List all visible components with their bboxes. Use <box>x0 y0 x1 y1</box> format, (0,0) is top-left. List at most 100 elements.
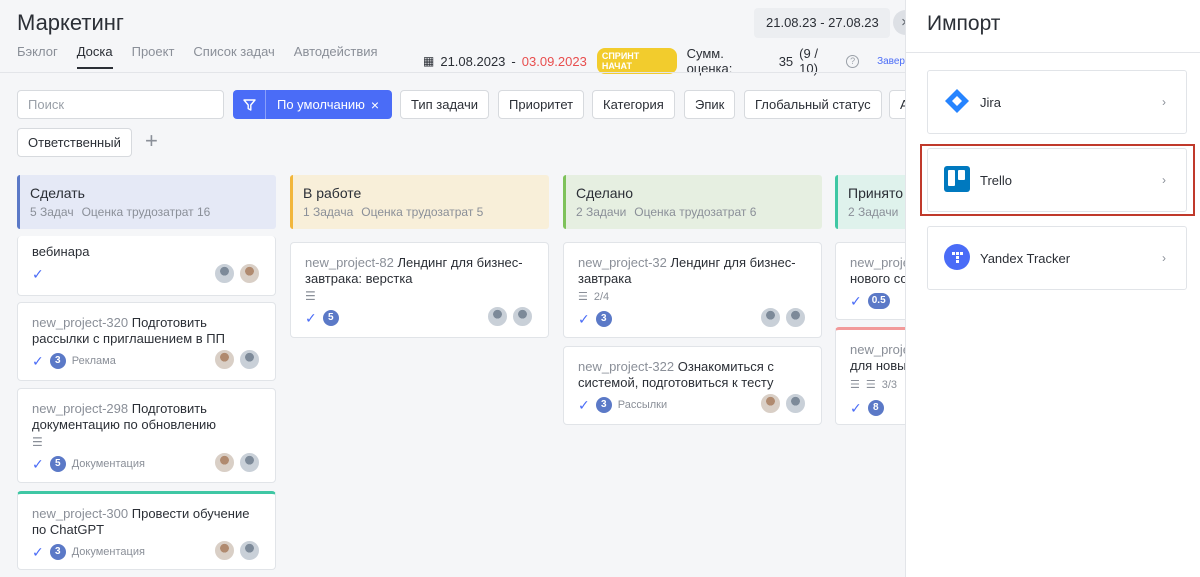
panel-divider <box>906 52 1200 53</box>
column-count: 5 Задач <box>30 205 74 219</box>
help-icon[interactable]: ? <box>846 54 860 68</box>
import-label: Jira <box>980 94 1001 110</box>
description-icon: ☰ <box>850 379 860 391</box>
task-tag: Документация <box>71 546 145 558</box>
task-card[interactable]: new_project-300 Провести обучение по Cha… <box>17 491 276 570</box>
task-card[interactable]: new_project-298 Подготовить документацию… <box>17 388 276 483</box>
estimate-badge: 5 <box>49 456 66 472</box>
tab-backlog[interactable]: Бэклог <box>17 44 58 69</box>
filter-epic[interactable]: Эпик <box>684 90 736 119</box>
task-key: new_project-320 <box>32 315 129 330</box>
check-icon: ✓ <box>32 544 44 560</box>
column-in-progress-header: В работе 1 Задача Оценка трудозатрат 5 <box>290 175 549 229</box>
card-title: new_project-298 Подготовить документацию… <box>32 401 262 433</box>
sprint-date-range[interactable]: 21.08.23 - 27.08.23 <box>754 8 890 38</box>
estimate-badge: 0.5 <box>867 293 890 309</box>
task-card[interactable]: new_proje нового со ✓ 0.5 <box>835 242 905 320</box>
estimate-badge: 3 <box>49 544 66 560</box>
import-yandex-tracker[interactable]: Yandex Tracker › <box>927 226 1187 290</box>
avatar <box>785 307 806 328</box>
estimate-value: 35 <box>778 53 794 69</box>
task-tag: Реклама <box>71 355 116 367</box>
tab-board[interactable]: Доска <box>76 44 113 69</box>
task-key: new_project-32 <box>578 255 667 270</box>
avatar <box>214 540 235 561</box>
header-divider <box>0 72 905 73</box>
tab-automations[interactable]: Автодействия <box>294 44 378 69</box>
task-card[interactable]: new_project-32 Лендинг для бизнес-завтра… <box>563 242 822 338</box>
avatar <box>512 306 533 327</box>
avatar <box>239 540 260 561</box>
chevron-right-icon: › <box>1162 251 1166 265</box>
column-estimate: Оценка трудозатрат 16 <box>81 205 211 219</box>
filter-priority[interactable]: Приоритет <box>498 90 585 119</box>
column-accepted-header: Принято 2 Задачи <box>835 175 905 229</box>
highlight-frame <box>920 144 1195 216</box>
estimate-badge: 3 <box>595 311 612 327</box>
board-app: Маркетинг 21.08.23 - 27.08.23 Бэклог Дос… <box>0 0 905 577</box>
avatar <box>214 452 235 473</box>
filter-more[interactable]: А <box>889 90 905 119</box>
add-filter-button[interactable]: + <box>145 130 158 152</box>
panel-title: Импорт <box>927 12 1001 35</box>
calendar-icon: ▦ <box>423 54 435 68</box>
task-title: для новы <box>850 358 905 373</box>
chevron-right-icon: › <box>1162 95 1166 109</box>
check-icon: ✓ <box>32 353 44 369</box>
check-icon: ✓ <box>850 293 862 309</box>
column-estimate: Оценка трудозатрат 5 <box>361 205 484 219</box>
search-input[interactable] <box>17 90 224 119</box>
sprint-status-badge: СПРИНТ НАЧАТ <box>596 48 677 74</box>
card-title: new_project-32 Лендинг для бизнес-завтра… <box>578 255 808 287</box>
filter-task-type[interactable]: Тип задачи <box>400 90 490 119</box>
filter-global-status[interactable]: Глобальный статус <box>744 90 882 119</box>
column-count: 2 Задачи <box>576 205 627 219</box>
subtasks-count: 2/4 <box>593 290 610 303</box>
import-jira[interactable]: Jira › <box>927 70 1187 134</box>
task-key: new_project-322 <box>578 359 675 374</box>
task-key: new_project-82 <box>305 255 394 270</box>
description-icon: ☰ <box>32 435 43 449</box>
card-title: new_project-300 Провести обучение по Cha… <box>32 506 262 538</box>
sprint-end: 03.09.2023 <box>521 53 587 69</box>
column-count: 2 Задачи <box>848 205 899 219</box>
tab-project[interactable]: Проект <box>132 44 175 69</box>
tab-task-list[interactable]: Список задач <box>193 44 274 69</box>
task-key: new_proje <box>850 342 905 357</box>
subtasks-icon: ☰ <box>865 379 876 391</box>
column-title: Сделано <box>576 185 634 201</box>
default-filter-button[interactable]: По умолчанию × <box>233 90 392 119</box>
check-icon: ✓ <box>32 456 44 472</box>
task-card[interactable]: new_project-82 Лендинг для бизнес-завтра… <box>290 242 549 338</box>
task-tag: Рассылки <box>617 399 668 411</box>
avatar <box>214 263 235 284</box>
avatar <box>760 307 781 328</box>
import-panel: Импорт Jira › Trello › Yandex Tracker › <box>905 0 1200 577</box>
card-title: new_project-320 Подготовить рассылки с п… <box>32 315 262 347</box>
filter-assignee[interactable]: Ответственный <box>17 128 132 157</box>
filter-category[interactable]: Категория <box>592 90 675 119</box>
estimate-badge: 3 <box>595 397 612 413</box>
tabs: Бэклог Доска Проект Список задач Автодей… <box>17 44 378 69</box>
column-title: В работе <box>303 185 362 201</box>
sprint-start: 21.08.2023 <box>440 53 506 69</box>
column-done-header: Сделано 2 Задачи Оценка трудозатрат 6 <box>563 175 822 229</box>
task-card[interactable]: new_project-320 Подготовить рассылки с п… <box>17 302 276 381</box>
avatar <box>239 349 260 370</box>
estimate-badge: 8 <box>867 400 884 416</box>
avatar <box>239 263 260 284</box>
task-card[interactable]: new_project-322 Ознакомиться с системой,… <box>563 346 822 425</box>
task-tag: Документация <box>71 458 145 470</box>
task-card[interactable]: new_proje для новы ☰ ☰ 3/3 ✓ 8 <box>835 327 905 425</box>
finish-sprint-link[interactable]: Завер <box>877 56 905 67</box>
card-title: new_proje для новы <box>850 342 905 374</box>
avatar <box>214 349 235 370</box>
card-title: new_project-82 Лендинг для бизнес-завтра… <box>305 255 535 287</box>
task-key: new_project-298 <box>32 401 129 416</box>
import-label: Yandex Tracker <box>980 250 1071 266</box>
clear-filter-icon[interactable]: × <box>371 97 379 113</box>
jira-icon <box>944 88 970 117</box>
estimate-badge: 3 <box>49 353 66 369</box>
task-card[interactable]: вебинара ✓ <box>17 236 276 296</box>
description-icon: ☰ <box>305 289 316 303</box>
